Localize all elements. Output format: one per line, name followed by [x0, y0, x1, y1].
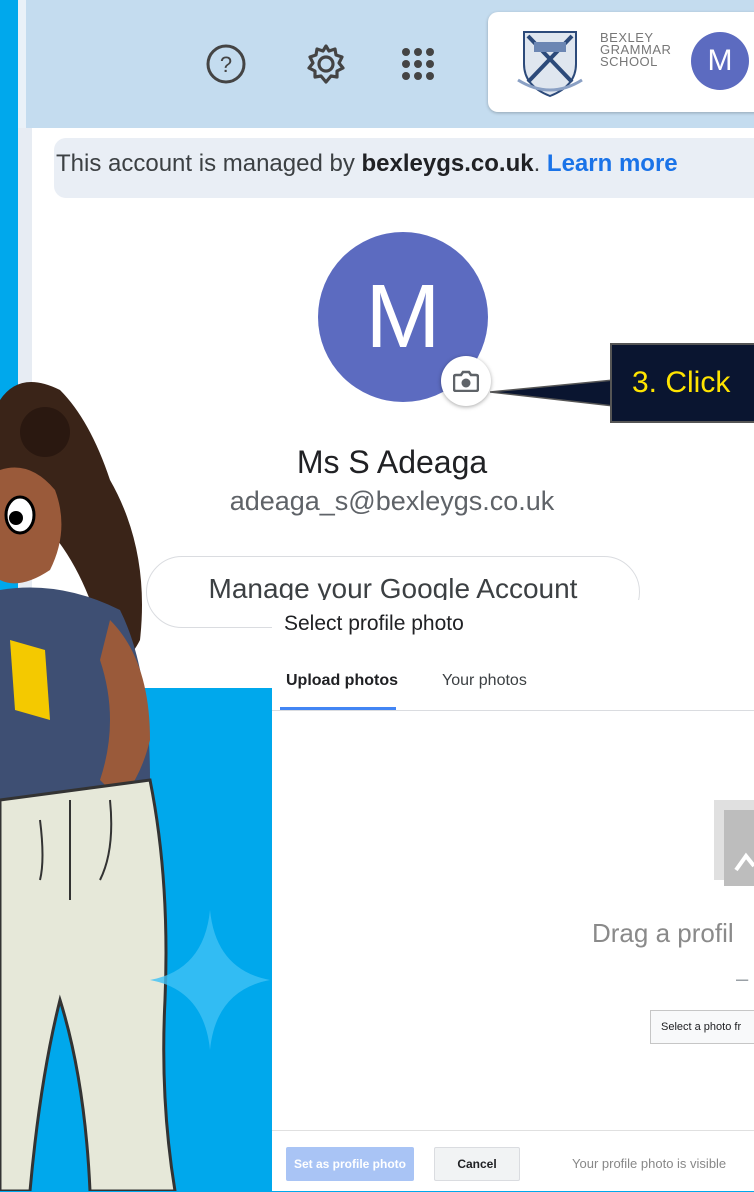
managed-suffix: . — [533, 150, 547, 177]
managed-domain: bexleygs.co.uk — [361, 150, 534, 177]
account-avatar-initial: M — [707, 44, 733, 77]
dialog-footer: Set as profile photo Cancel Your profile… — [272, 1130, 754, 1192]
change-photo-button[interactable] — [441, 356, 491, 406]
cancel-button[interactable]: Cancel — [434, 1147, 520, 1181]
top-bar: ? BEXLEY GRAMMAR SCHOOL M — [18, 0, 754, 128]
account-switcher[interactable]: BEXLEY GRAMMAR SCHOOL M — [488, 12, 754, 112]
dialog-tabs: Upload photos Your photos — [272, 660, 754, 711]
account-avatar[interactable]: M — [691, 32, 749, 90]
select-photo-dialog: Select profile photo Upload photos Your … — [272, 600, 754, 1191]
camera-icon — [453, 370, 479, 392]
instruction-callout: 3. Click — [610, 343, 754, 423]
visibility-note: Your profile photo is visible — [572, 1156, 727, 1171]
tab-your-photos[interactable]: Your photos — [442, 672, 527, 690]
dialog-title: Select profile photo — [284, 612, 464, 635]
set-as-profile-photo-button[interactable]: Set as profile photo — [286, 1147, 414, 1181]
learn-more-link[interactable]: Learn more — [547, 150, 678, 177]
select-photo-from-computer-button[interactable]: Select a photo fr — [650, 1010, 754, 1044]
svg-text:?: ? — [220, 52, 232, 77]
school-name: BEXLEY GRAMMAR SCHOOL — [600, 31, 690, 69]
photo-placeholder-icon — [714, 800, 754, 886]
gear-icon[interactable] — [302, 40, 350, 88]
school-crest-logo — [517, 31, 583, 98]
managed-notice: This account is managed by bexleygs.co.u… — [56, 150, 678, 178]
managed-prefix: This account is managed by — [56, 150, 362, 177]
or-divider: – — [736, 966, 749, 991]
top-bar-edge — [18, 0, 26, 128]
callout-pointer — [490, 379, 614, 407]
profile-avatar-initial: M — [365, 266, 441, 367]
apps-grid-icon[interactable] — [394, 40, 442, 88]
cartoon-character-illustration — [0, 382, 177, 1191]
active-tab-indicator — [280, 707, 396, 710]
tab-upload-photos[interactable]: Upload photos — [286, 672, 398, 690]
drag-photo-hint: Drag a profil — [592, 918, 734, 948]
sparkle-decoration — [150, 910, 270, 1050]
help-circle-icon[interactable]: ? — [202, 40, 250, 88]
school-name-line3: SCHOOL — [600, 54, 658, 69]
